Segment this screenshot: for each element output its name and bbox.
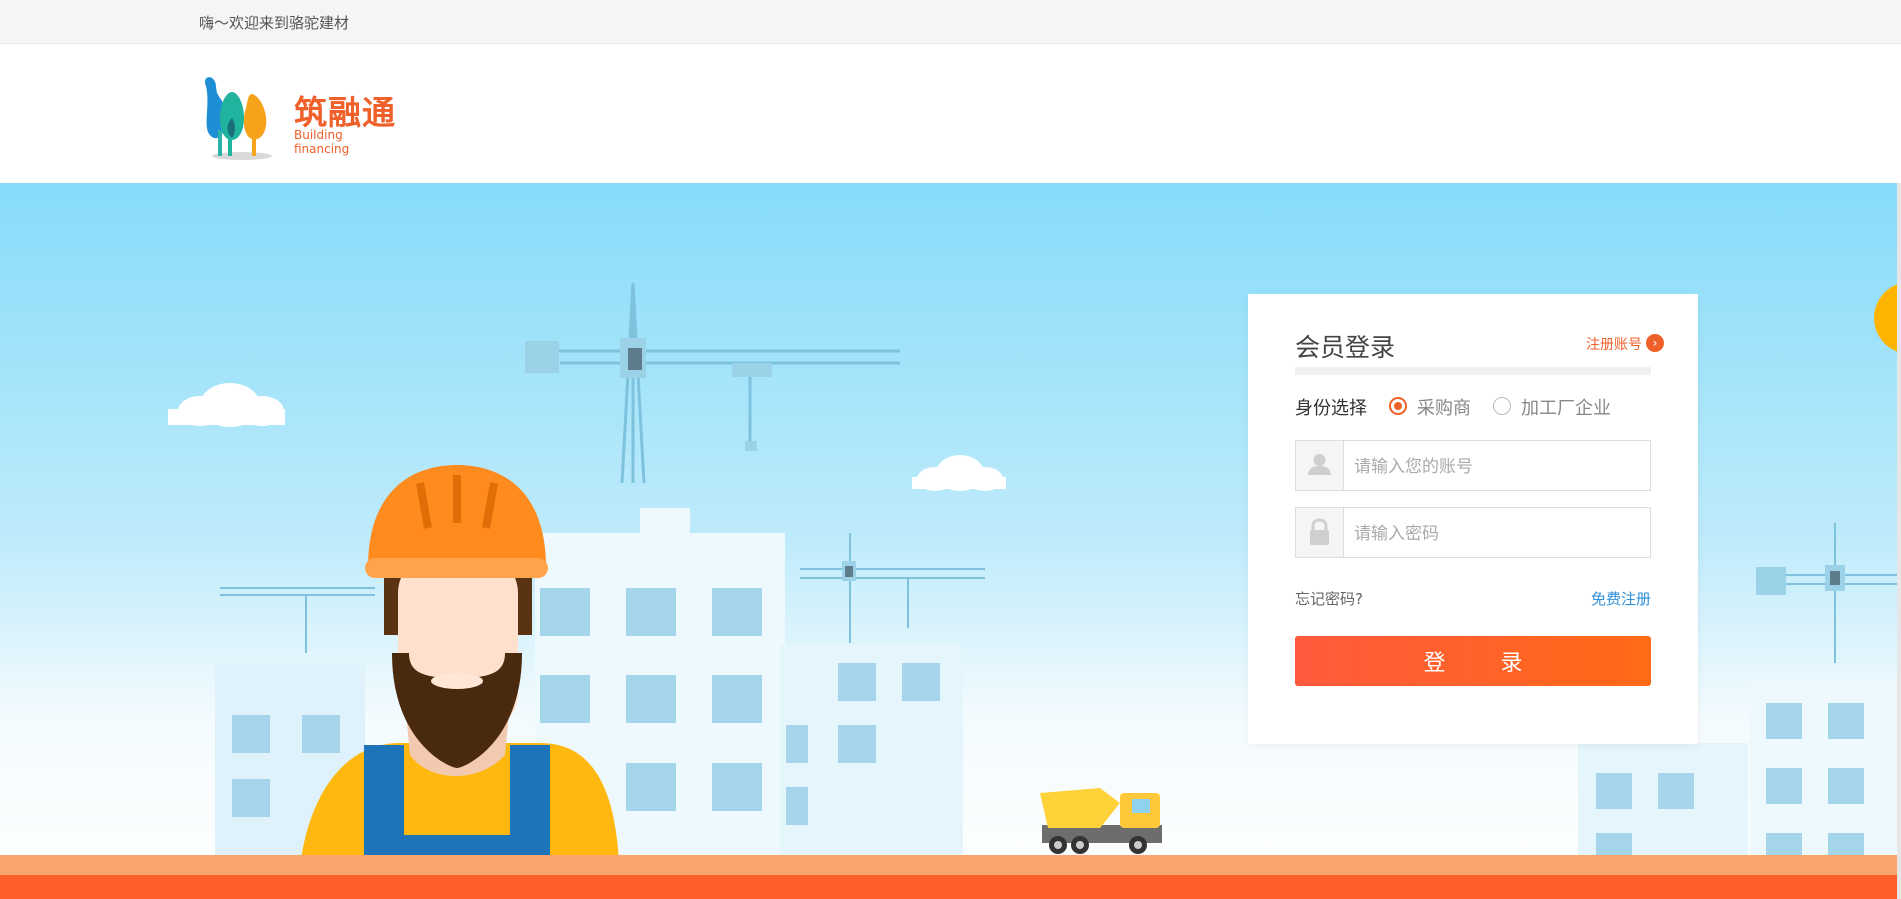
lock-icon [1296,508,1344,557]
forgot-password-link[interactable]: 忘记密码? [1295,588,1363,609]
cloud-icon [168,383,285,427]
login-button[interactable]: 登 录 [1295,636,1651,686]
top-bar: 嗨～欢迎来到骆驼建材 [0,0,1901,44]
divider [1295,367,1651,375]
free-register-link[interactable]: 免费注册 [1591,588,1651,609]
brand-name-cn: 筑融通 [294,93,396,132]
role-selector: 身份选择 采购商 加工厂企业 [1295,394,1651,420]
crane-icon [530,282,900,484]
account-input[interactable] [1352,441,1646,492]
login-title: 会员登录 [1295,333,1396,362]
site-logo[interactable]: 筑融通 Building financing [198,72,398,162]
role-radio-buyer[interactable] [1389,397,1407,415]
header: 筑融通 Building financing [0,44,1901,183]
ground-strip [0,855,1897,875]
welcome-text: 嗨～欢迎来到骆驼建材 [199,14,350,32]
role-label: 身份选择 [1295,398,1367,419]
register-account-link[interactable]: 注册账号 [1586,334,1642,354]
scrollbar[interactable] [1897,183,1901,899]
account-field [1295,440,1651,492]
hero-banner: 会员登录 注册账号 › 身份选择 采购商 加工厂企业 请输入您的账号 忘记密码?… [0,183,1897,899]
cement-truck-icon [1040,788,1162,854]
role-radio-factory[interactable] [1493,397,1511,415]
role-option-buyer[interactable]: 采购商 [1417,394,1471,420]
cloud-icon [912,455,1006,491]
chevron-right-icon[interactable]: › [1646,334,1664,352]
password-field [1295,507,1651,559]
sun-icon [1874,284,1897,352]
login-card: 会员登录 注册账号 › 身份选择 采购商 加工厂企业 请输入您的账号 忘记密码?… [1248,294,1698,744]
role-option-factory[interactable]: 加工厂企业 [1521,394,1611,420]
ground-strip-dark [0,875,1897,899]
brand-name-en: Building financing [294,128,350,156]
user-icon [1296,441,1344,490]
password-input[interactable] [1352,508,1646,559]
camel-logo-icon [204,77,272,160]
